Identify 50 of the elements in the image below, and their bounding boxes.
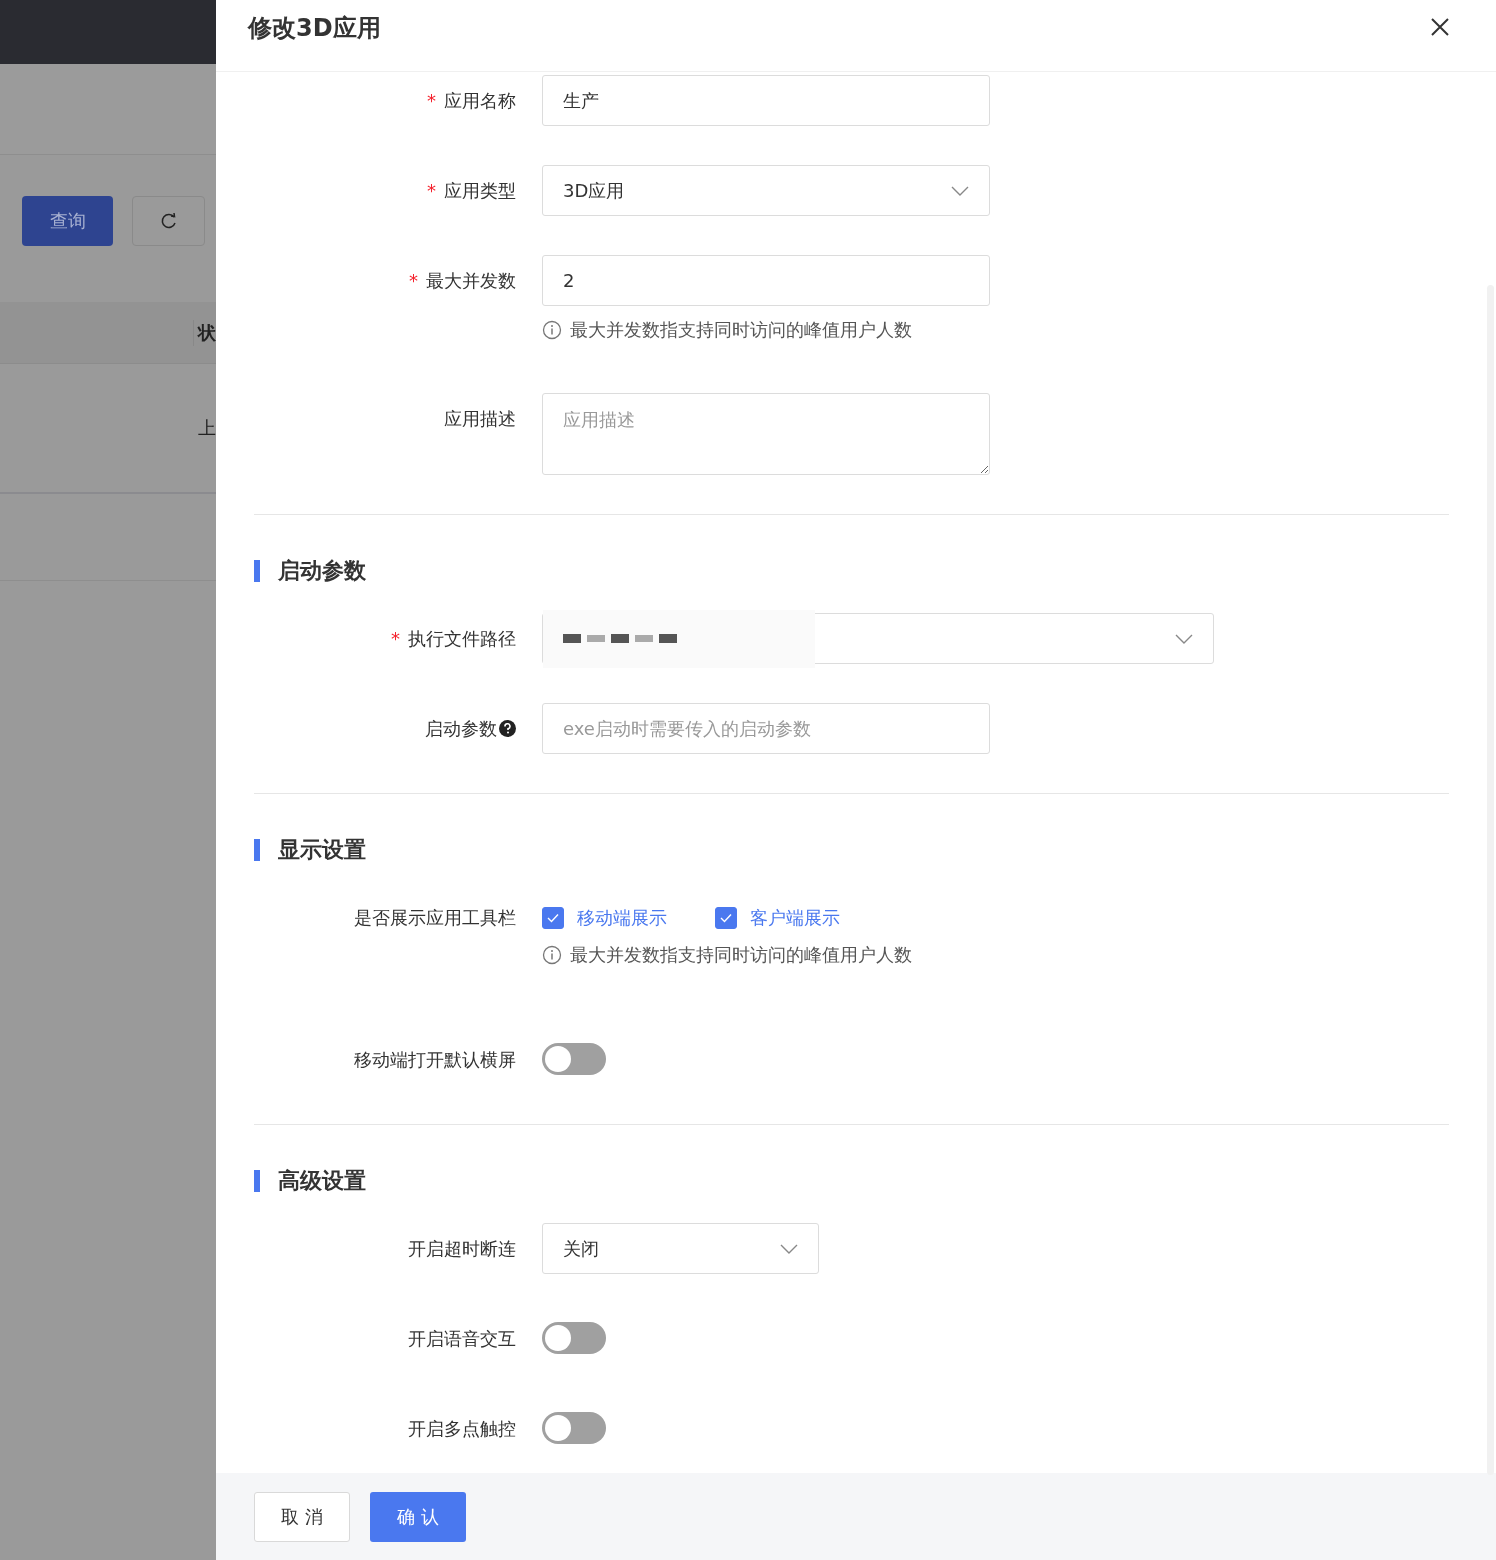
confirm-button[interactable]: 确 认 — [370, 1491, 466, 1542]
chevron-down-icon — [1175, 634, 1193, 644]
input-field[interactable]: 2 — [542, 255, 990, 306]
cancel-button[interactable]: 取 消 — [254, 1491, 350, 1542]
checkbox[interactable] — [542, 906, 564, 929]
input-field[interactable]: 生产 — [542, 75, 990, 126]
checkbox-option[interactable]: 客户端展示 — [715, 905, 840, 930]
toggle-switch[interactable] — [542, 1322, 606, 1354]
reset-button[interactable] — [132, 195, 205, 246]
select-field[interactable]: 关闭 — [542, 1223, 819, 1274]
hint-text: 最大并发数指支持同时访问的峰值用户人数 — [570, 943, 912, 967]
field-label: 应用描述 — [444, 406, 516, 431]
field-label: 移动端打开默认横屏 — [354, 1047, 516, 1072]
field-label: 启动参数 — [425, 716, 497, 741]
field-label: 应用类型 — [444, 178, 516, 203]
checkbox[interactable] — [715, 906, 737, 929]
select-field[interactable]: 3D应用 — [542, 165, 990, 216]
required-mark: * — [427, 90, 436, 111]
field-label: 开启语音交互 — [408, 1326, 516, 1351]
info-icon — [542, 945, 562, 965]
chevron-down-icon — [951, 186, 969, 196]
chevron-down-icon — [780, 1244, 798, 1254]
toggle-switch[interactable] — [542, 1412, 606, 1444]
checkbox-option[interactable]: 移动端展示 — [542, 905, 667, 930]
check-icon — [547, 912, 559, 923]
check-icon — [720, 912, 732, 923]
field-label: 执行文件路径 — [408, 626, 516, 651]
drawer-title: 修改3D应用 — [248, 13, 381, 44]
close-icon[interactable] — [1430, 17, 1450, 37]
section-title: 高级设置 — [278, 1167, 366, 1195]
info-icon — [542, 320, 562, 340]
field-label: 开启超时断连 — [408, 1236, 516, 1261]
query-button[interactable]: 查询 — [22, 195, 113, 246]
required-mark: * — [409, 270, 418, 291]
required-mark: * — [391, 628, 400, 649]
field-label: 开启多点触控 — [408, 1416, 516, 1441]
field-label: 应用名称 — [444, 88, 516, 113]
refresh-icon — [159, 211, 178, 230]
required-mark: * — [427, 180, 436, 201]
field-label: 是否展示应用工具栏 — [354, 905, 516, 930]
table-cell: 上 — [198, 416, 216, 440]
section-title: 显示设置 — [278, 836, 366, 864]
description-field[interactable]: 应用描述 — [542, 393, 990, 475]
field-label: 最大并发数 — [426, 268, 516, 293]
toggle-switch[interactable] — [542, 1043, 606, 1075]
section-title: 启动参数 — [278, 557, 366, 585]
section-marker — [254, 839, 260, 861]
hint-text: 最大并发数指支持同时访问的峰值用户人数 — [570, 318, 912, 342]
section-marker — [254, 1170, 260, 1192]
section-marker — [254, 560, 260, 582]
